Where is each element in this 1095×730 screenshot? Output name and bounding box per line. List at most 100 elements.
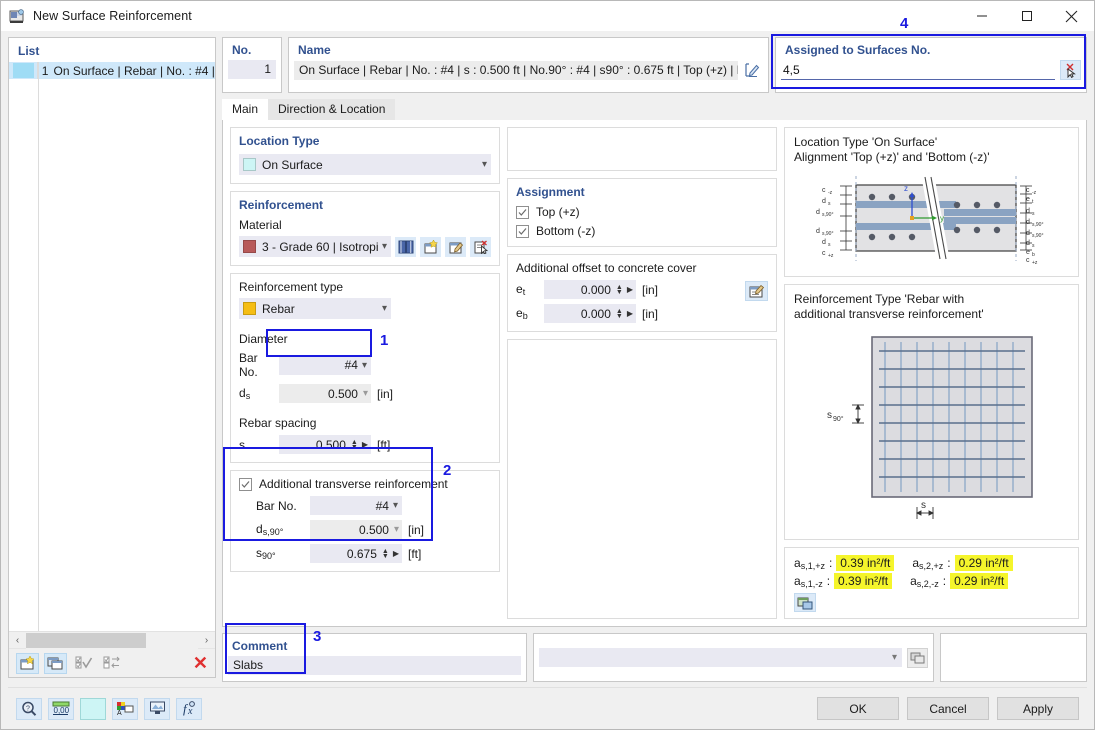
apply-button[interactable]: Apply xyxy=(997,697,1079,720)
spin-more-icon[interactable]: ▶ xyxy=(393,549,399,558)
bar-no-combo[interactable]: #4 ▾ xyxy=(279,355,371,375)
scroll-right-arrow-icon[interactable]: › xyxy=(198,632,215,649)
comment-input[interactable]: Slabs xyxy=(228,656,521,675)
check-all-icon[interactable] xyxy=(72,653,95,674)
location-type-combo[interactable]: On Surface ▾ xyxy=(239,154,491,175)
spinner-arrows-icon[interactable]: ▲ ▼ xyxy=(616,284,623,296)
cancel-button[interactable]: Cancel xyxy=(907,697,989,720)
edit-name-icon[interactable] xyxy=(742,60,763,80)
right-area: No. 1 Name On Surface | Rebar | No. : #4… xyxy=(222,37,1087,682)
spinner-arrows-icon[interactable]: ▲ ▼ xyxy=(616,308,623,320)
et-input[interactable]: 0.000 ▲ ▼ ▶ xyxy=(544,280,636,299)
color-swatch-icon[interactable] xyxy=(80,697,106,720)
s-input[interactable]: 0.500 ▲ ▼ ▶ xyxy=(279,435,371,454)
list-item[interactable]: 1 On Surface | Rebar | No. : #4 | s : 0.… xyxy=(9,62,215,79)
chevron-down-icon[interactable]: ▾ xyxy=(482,159,487,170)
chevron-down-icon[interactable]: ▾ xyxy=(363,388,368,399)
pick-surfaces-icon[interactable] xyxy=(1060,60,1081,80)
result-value-4: 0.29 in²/ft xyxy=(950,573,1009,589)
swap-selection-icon[interactable] xyxy=(100,653,123,674)
eb-input[interactable]: 0.000 ▲ ▼ ▶ xyxy=(544,304,636,323)
new-item-icon[interactable] xyxy=(16,652,39,674)
chevron-down-icon[interactable]: ▾ xyxy=(892,648,897,667)
assigned-to-surfaces-group: Assigned to Surfaces No. xyxy=(775,37,1087,93)
name-input[interactable]: On Surface | Rebar | No. : #4 | s : 0.50… xyxy=(294,60,738,80)
pick-material-icon[interactable] xyxy=(470,236,491,257)
tab-main[interactable]: Main xyxy=(222,99,269,120)
tab-direction-location[interactable]: Direction & Location xyxy=(268,99,396,120)
chevron-down-icon[interactable]: ▾ xyxy=(382,303,387,314)
assigned-input[interactable] xyxy=(781,60,1055,80)
svg-text:?: ? xyxy=(26,705,30,712)
checkbox-icon[interactable] xyxy=(239,477,252,491)
scroll-thumb[interactable] xyxy=(26,632,146,648)
list-body[interactable]: 1 On Surface | Rebar | No. : #4 | s : 0.… xyxy=(9,62,215,631)
comment-dropdown[interactable]: ▾ xyxy=(539,648,902,667)
list-horizontal-scrollbar[interactable]: ‹ › xyxy=(9,631,215,649)
annotation-number-2: 2 xyxy=(443,462,452,479)
spin-more-icon[interactable]: ▶ xyxy=(362,440,368,449)
concrete-cover-icon[interactable] xyxy=(745,281,768,301)
spinner-arrows-icon[interactable]: ▲ ▼ xyxy=(351,439,358,451)
scroll-track[interactable] xyxy=(26,631,198,649)
chevron-down-icon[interactable]: ▾ xyxy=(393,500,398,511)
transverse-bar-no-row: Bar No. #4 ▾ xyxy=(256,496,491,515)
dialog-window: New Surface Reinforcement List 1 On Surf… xyxy=(0,0,1095,730)
new-material-icon[interactable] xyxy=(420,236,441,257)
upper-area: List 1 On Surface | Rebar | No. : #4 | s… xyxy=(8,37,1087,682)
svg-text:c: c xyxy=(822,187,826,194)
result-label-2: as,2,+z xyxy=(912,555,944,571)
name-label: Name xyxy=(298,43,331,57)
ds-value: 0.500 xyxy=(327,386,358,401)
s90-input[interactable]: 0.675 ▲ ▼ ▶ xyxy=(310,544,402,563)
spacer-group-bottom xyxy=(507,339,777,619)
assignment-bottom-checkbox[interactable]: Bottom (-z) xyxy=(516,224,768,238)
assignment-bottom-label: Bottom (-z) xyxy=(536,224,596,238)
ds90-input[interactable]: 0.500 ▾ xyxy=(310,520,402,539)
location-illustration-box: Location Type 'On Surface' Alignment 'To… xyxy=(784,127,1079,277)
reinforcement-type-combo[interactable]: Rebar ▾ xyxy=(239,298,391,319)
svg-text:s: s xyxy=(921,500,926,511)
svg-text:s: s xyxy=(1032,243,1035,249)
close-button[interactable] xyxy=(1049,1,1094,31)
chevron-down-icon[interactable]: ▾ xyxy=(394,524,399,535)
minimize-button[interactable] xyxy=(959,1,1004,31)
ok-button[interactable]: OK xyxy=(817,697,899,720)
results-export-icon[interactable] xyxy=(794,593,816,612)
legend-icon[interactable]: A xyxy=(112,697,138,720)
decimal-places-icon[interactable]: 0,00 xyxy=(48,697,74,720)
location-type-group: Location Type On Surface ▾ xyxy=(230,127,500,184)
ds90-unit: [in] xyxy=(408,522,425,537)
spin-more-icon[interactable]: ▶ xyxy=(627,309,633,318)
comment-pick-icon[interactable] xyxy=(907,647,928,668)
ds-input[interactable]: 0.500 ▾ xyxy=(279,384,371,403)
s90-row: s90° 0.675 ▲ ▼ ▶ [ft] xyxy=(256,544,491,563)
render-icon[interactable] xyxy=(144,697,170,720)
material-combo[interactable]: 3 - Grade 60 | Isotropic ... ▾ xyxy=(239,236,391,257)
copy-item-icon[interactable] xyxy=(44,652,67,674)
chevron-down-icon[interactable]: ▾ xyxy=(362,360,367,371)
bottom-bar: ? 0,00 A f x OK Cancel Apply xyxy=(8,687,1087,729)
checkbox-icon[interactable] xyxy=(516,224,529,238)
checkbox-icon[interactable] xyxy=(516,205,529,219)
additional-transverse-checkbox[interactable]: Additional transverse reinforcement xyxy=(239,477,491,491)
delete-item-icon[interactable]: ✕ xyxy=(193,654,208,672)
svg-text:d: d xyxy=(816,209,820,216)
reinforcement-title: Reinforcement xyxy=(239,198,324,212)
formula-icon[interactable]: f x xyxy=(176,697,202,720)
spin-more-icon[interactable]: ▶ xyxy=(627,285,633,294)
assignment-top-checkbox[interactable]: Top (+z) xyxy=(516,205,768,219)
svg-text:b: b xyxy=(1032,252,1035,258)
number-input[interactable]: 1 xyxy=(228,60,276,79)
maximize-button[interactable] xyxy=(1004,1,1049,31)
scroll-left-arrow-icon[interactable]: ‹ xyxy=(9,632,26,649)
svg-text:-z: -z xyxy=(1032,190,1037,196)
magnifier-icon[interactable]: ? xyxy=(16,697,42,720)
edit-material-icon[interactable] xyxy=(445,236,466,257)
library-icon[interactable] xyxy=(395,236,416,257)
spinner-arrows-icon[interactable]: ▲ ▼ xyxy=(382,548,389,560)
chevron-down-icon[interactable]: ▾ xyxy=(382,241,387,252)
result-label-3: as,1,-z xyxy=(794,573,823,589)
transverse-bar-no-combo[interactable]: #4 ▾ xyxy=(310,496,402,515)
s-value: 0.500 xyxy=(315,437,346,452)
